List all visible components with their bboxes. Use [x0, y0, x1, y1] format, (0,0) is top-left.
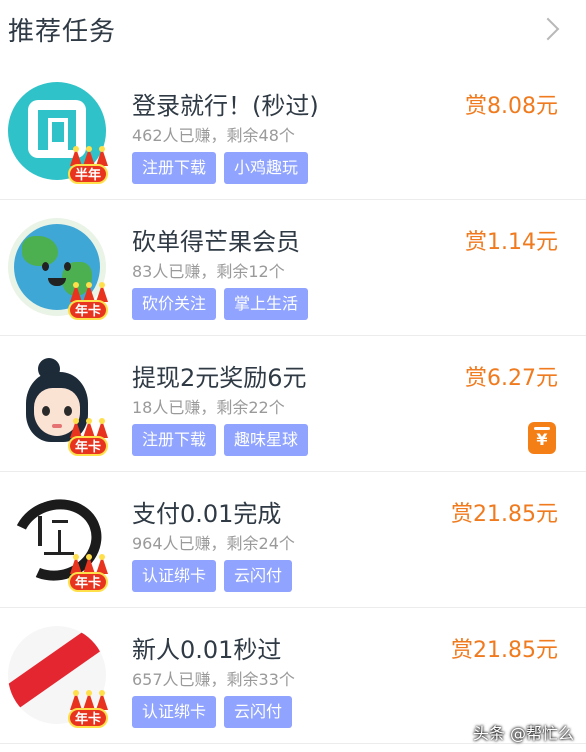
task-tags: 注册下载 小鸡趣玩	[132, 152, 309, 184]
tag-app: 云闪付	[224, 696, 293, 728]
task-item[interactable]: 年卡 支付0.01完成 964人已赚，剩余24个 认证绑卡 云闪付 赏21.85…	[0, 472, 586, 608]
task-tags: 注册下载 趣味星球	[132, 424, 309, 456]
task-reward: 赏1.14元	[465, 230, 558, 255]
watermark: 头条 @帮忙么	[472, 724, 574, 743]
task-title: 登录就行！(秒过)	[132, 92, 319, 120]
section-header[interactable]: 推荐任务	[0, 0, 586, 58]
task-item[interactable]: 半年 登录就行！(秒过) 462人已赚，剩余48个 注册下载 小鸡趣玩 赏8.0…	[0, 64, 586, 200]
task-reward: 赏21.85元	[451, 638, 558, 663]
tag-type: 注册下载	[132, 152, 217, 184]
tag-app: 趣味星球	[224, 424, 309, 456]
crown-badge: 年卡	[64, 418, 114, 460]
tag-app: 小鸡趣玩	[224, 152, 309, 184]
xian-app-icon: 半年	[8, 82, 108, 184]
task-stats: 657人已赚，剩余33个	[132, 670, 295, 689]
crown-badge: 半年	[64, 146, 114, 188]
task-tags: 认证绑卡 云闪付	[132, 696, 293, 728]
tag-app: 掌上生活	[224, 288, 309, 320]
task-item[interactable]: 年卡 砍单得芒果会员 83人已赚，剩余12个 砍价关注 掌上生活 赏1.14元	[0, 200, 586, 336]
shop-recommend-icon: 年卡	[8, 626, 108, 728]
task-tags: 砍价关注 掌上生活	[132, 288, 309, 320]
task-stats: 462人已赚，剩余48个	[132, 126, 295, 145]
task-list: 半年 登录就行！(秒过) 462人已赚，剩余48个 注册下载 小鸡趣玩 赏8.0…	[0, 64, 586, 744]
task-item[interactable]: 年卡 提现2元奖励6元 18人已赚，剩余22个 注册下载 趣味星球 赏6.27元…	[0, 336, 586, 472]
task-title: 新人0.01秒过	[132, 636, 282, 664]
crown-badge: 年卡	[64, 282, 114, 324]
crown-badge: 年卡	[64, 690, 114, 732]
wallet-icon[interactable]: ¥	[528, 422, 556, 454]
tag-type: 认证绑卡	[132, 696, 217, 728]
earth-mascot-icon: 年卡	[8, 218, 108, 320]
task-reward: 赏6.27元	[465, 366, 558, 391]
task-tags: 认证绑卡 云闪付	[132, 560, 293, 592]
girl-avatar-icon: 年卡	[8, 354, 108, 456]
tag-type: 认证绑卡	[132, 560, 217, 592]
task-stats: 83人已赚，剩余12个	[132, 262, 285, 281]
task-reward: 赏8.08元	[465, 94, 558, 119]
tag-type: 注册下载	[132, 424, 217, 456]
crown-badge: 年卡	[64, 554, 114, 596]
tag-app: 云闪付	[224, 560, 293, 592]
task-reward: 赏21.85元	[451, 502, 558, 527]
task-title: 支付0.01完成	[132, 500, 282, 528]
task-title: 提现2元奖励6元	[132, 364, 307, 392]
chevron-right-icon[interactable]	[536, 17, 560, 41]
task-title: 砍单得芒果会员	[132, 228, 300, 256]
tag-type: 砍价关注	[132, 288, 217, 320]
task-stats: 18人已赚，剩余22个	[132, 398, 285, 417]
ink-calligraphy-icon: 年卡	[8, 490, 108, 592]
task-stats: 964人已赚，剩余24个	[132, 534, 295, 553]
section-title: 推荐任务	[8, 16, 117, 47]
